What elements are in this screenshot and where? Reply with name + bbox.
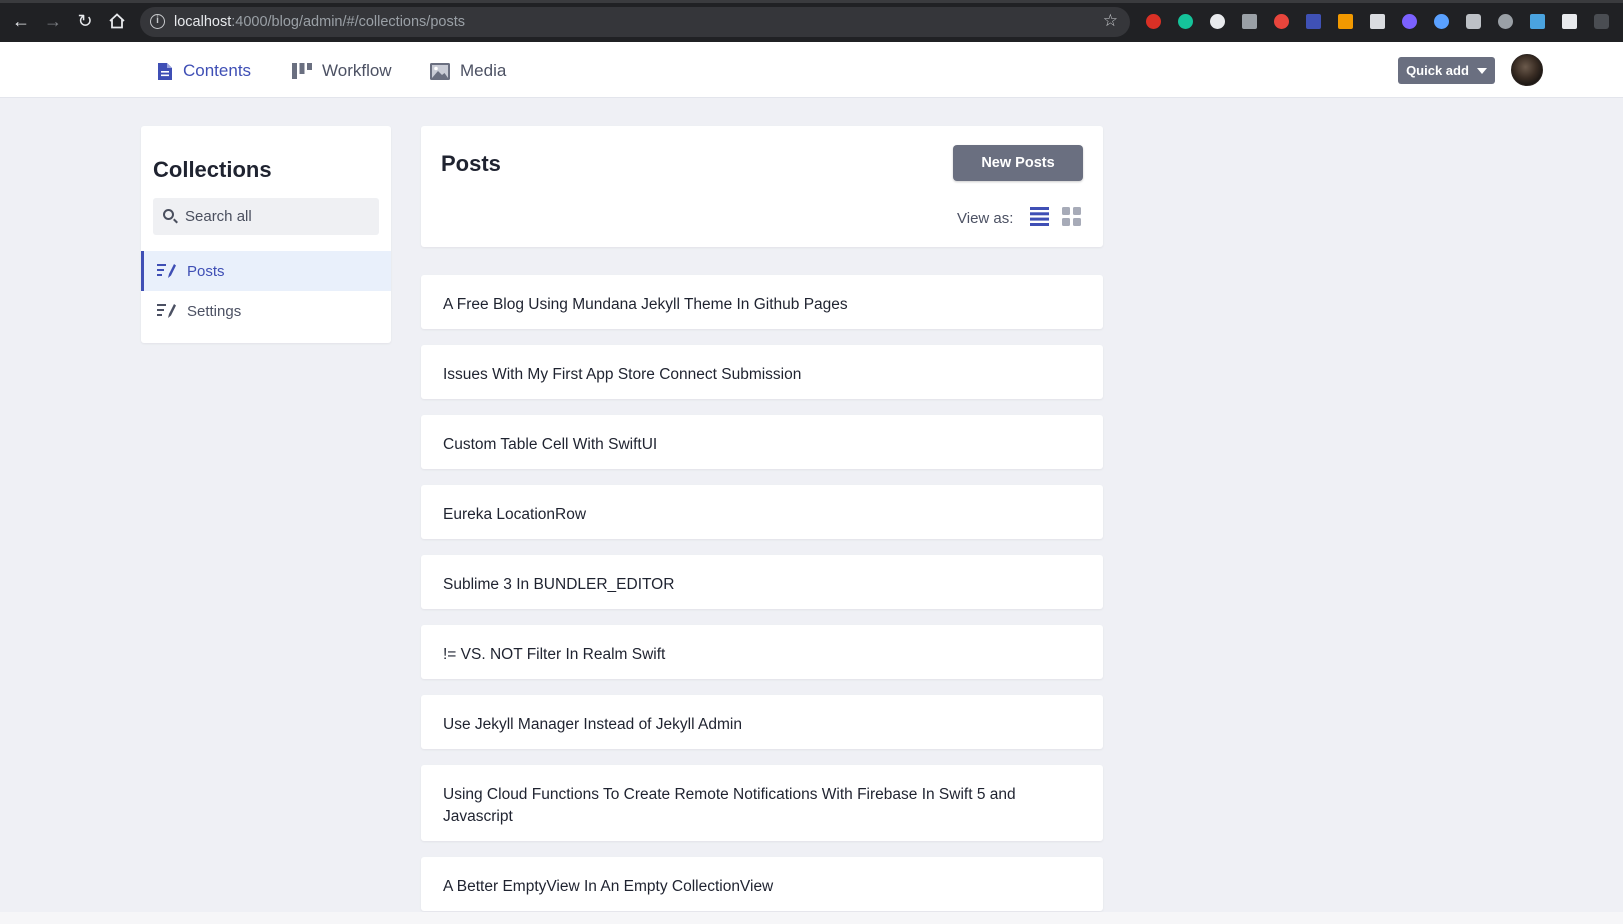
document-icon bbox=[157, 62, 173, 81]
home-icon[interactable] bbox=[105, 9, 129, 33]
post-title: A Better EmptyView In An Empty Collectio… bbox=[443, 878, 774, 895]
app-header: Contents Workflow Media Quick add bbox=[0, 42, 1623, 98]
page-title: Posts bbox=[441, 151, 501, 176]
post-title: != VS. NOT Filter In Realm Swift bbox=[443, 646, 666, 663]
sidebar-item-label: Settings bbox=[187, 303, 242, 320]
address-url[interactable]: localhost:4000/blog/admin/#/collections/… bbox=[174, 14, 465, 30]
search-input[interactable] bbox=[185, 198, 370, 235]
extension-icon-10[interactable] bbox=[1434, 14, 1449, 29]
posts-header-card: Posts New Posts View as: bbox=[421, 126, 1103, 247]
tab-media[interactable]: Media bbox=[430, 60, 506, 82]
post-item[interactable]: Issues With My First App Store Connect S… bbox=[421, 345, 1103, 399]
post-item[interactable]: Sublime 3 In BUNDLER_EDITOR bbox=[421, 555, 1103, 609]
bookmark-star-icon[interactable]: ☆ bbox=[1103, 11, 1118, 31]
search-box[interactable] bbox=[153, 198, 379, 235]
drive-extension-icon[interactable] bbox=[1242, 14, 1257, 29]
post-item[interactable]: Eureka LocationRow bbox=[421, 485, 1103, 539]
post-title: Sublime 3 In BUNDLER_EDITOR bbox=[443, 576, 675, 593]
grammarly-extension-icon[interactable] bbox=[1178, 14, 1193, 29]
quick-add-button[interactable]: Quick add bbox=[1398, 57, 1495, 84]
extension-icon-1[interactable] bbox=[1146, 14, 1161, 29]
post-item[interactable]: A Free Blog Using Mundana Jekyll Theme I… bbox=[421, 275, 1103, 329]
forward-arrow-icon[interactable]: → bbox=[41, 9, 65, 33]
new-posts-button[interactable]: New Posts bbox=[953, 145, 1083, 181]
url-host: localhost bbox=[174, 14, 232, 30]
post-title: Use Jekyll Manager Instead of Jekyll Adm… bbox=[443, 716, 742, 733]
post-title: Eureka LocationRow bbox=[443, 506, 587, 523]
extension-icon-8[interactable] bbox=[1370, 14, 1385, 29]
search-icon bbox=[163, 209, 174, 220]
tab-workflow[interactable]: Workflow bbox=[292, 60, 392, 82]
quick-add-label: Quick add bbox=[1406, 63, 1469, 78]
tab-label: Media bbox=[460, 61, 507, 80]
shield-extension-icon[interactable] bbox=[1466, 14, 1481, 29]
post-item[interactable]: Using Cloud Functions To Create Remote N… bbox=[421, 765, 1103, 841]
post-item[interactable]: Custom Table Cell With SwiftUI bbox=[421, 415, 1103, 469]
post-title: Custom Table Cell With SwiftUI bbox=[443, 436, 658, 453]
sidebar-item-settings[interactable]: Settings bbox=[141, 291, 391, 331]
post-title: Using Cloud Functions To Create Remote N… bbox=[443, 786, 1016, 825]
window-bottom-edge bbox=[0, 912, 1623, 924]
url-path: :4000/blog/admin/#/collections/posts bbox=[231, 14, 465, 30]
sidebar-item-posts[interactable]: Posts bbox=[141, 251, 391, 291]
image-icon bbox=[430, 62, 450, 80]
extension-icon-6[interactable] bbox=[1306, 14, 1321, 29]
workflow-icon bbox=[292, 63, 312, 79]
post-title: A Free Blog Using Mundana Jekyll Theme I… bbox=[443, 296, 848, 313]
tab-label: Contents bbox=[183, 61, 252, 80]
profile-extension-icon[interactable] bbox=[1594, 14, 1609, 29]
post-item[interactable]: A Better EmptyView In An Empty Collectio… bbox=[421, 857, 1103, 911]
browser-tab-strip bbox=[0, 0, 1623, 3]
user-avatar[interactable] bbox=[1511, 54, 1543, 86]
back-arrow-icon[interactable]: ← bbox=[9, 9, 33, 33]
extension-icon-14[interactable] bbox=[1562, 14, 1577, 29]
collections-sidebar: Collections Posts Settings bbox=[141, 126, 391, 343]
download-extension-icon[interactable] bbox=[1498, 14, 1513, 29]
extension-icon-9[interactable] bbox=[1402, 14, 1417, 29]
edit-list-icon bbox=[157, 303, 176, 323]
grid-view-icon[interactable] bbox=[1062, 207, 1081, 231]
extension-icon-3[interactable] bbox=[1210, 14, 1225, 29]
post-item[interactable]: Use Jekyll Manager Instead of Jekyll Adm… bbox=[421, 695, 1103, 749]
view-as-label: View as: bbox=[957, 210, 1014, 227]
sidebar-item-label: Posts bbox=[187, 263, 225, 280]
tab-contents[interactable]: Contents bbox=[157, 60, 251, 82]
sidebar-title: Collections bbox=[153, 157, 272, 182]
reload-icon[interactable]: ↻ bbox=[73, 9, 97, 33]
list-view-icon[interactable] bbox=[1030, 207, 1049, 231]
extension-icon-5[interactable] bbox=[1274, 14, 1289, 29]
extension-icon-7[interactable] bbox=[1338, 14, 1353, 29]
post-title: Issues With My First App Store Connect S… bbox=[443, 366, 802, 383]
edit-list-icon bbox=[157, 263, 176, 283]
extension-icon-13[interactable] bbox=[1530, 14, 1545, 29]
tab-label: Workflow bbox=[322, 61, 392, 80]
browser-toolbar: ← → ↻ i localhost:4000/blog/admin/#/coll… bbox=[0, 0, 1623, 42]
post-item[interactable]: != VS. NOT Filter In Realm Swift bbox=[421, 625, 1103, 679]
site-info-icon[interactable]: i bbox=[150, 14, 165, 29]
chevron-down-icon bbox=[1476, 67, 1487, 74]
address-bar[interactable]: i localhost:4000/blog/admin/#/collection… bbox=[140, 7, 1130, 37]
